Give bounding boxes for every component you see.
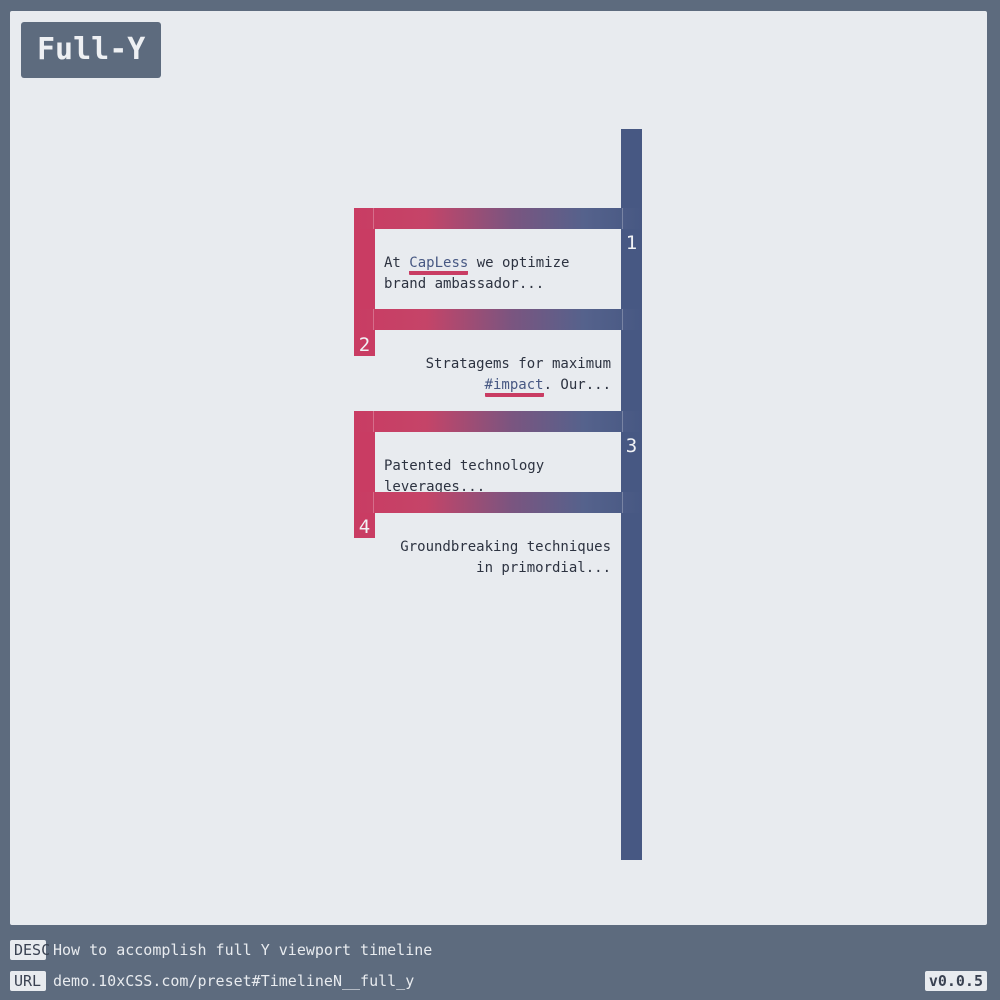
timeline-number-3: 3 [625, 435, 638, 457]
version-badge: v0.0.5 [924, 971, 987, 991]
connector-cap-right [622, 492, 642, 513]
timeline-number-2: 2 [358, 334, 371, 356]
timeline-stub-1 [354, 229, 375, 309]
timeline-number-1: 1 [625, 232, 638, 254]
timeline-item-4-text: Groundbreaking techniques in primordial.… [400, 539, 611, 576]
url-link[interactable]: demo.10xCSS.com/preset#TimelineN__full_y [53, 972, 414, 990]
connector-cap-left [354, 208, 374, 229]
timeline-item-2-text: Stratagems for maximum #impact. Our... [366, 354, 611, 397]
timeline-stub-3 [354, 432, 375, 492]
demo-stage: Full-Y 1 At CapLess we optimize brand am… [10, 11, 987, 925]
item-1-text-before: At [384, 255, 410, 271]
desc-tag: DESC [10, 939, 50, 960]
timeline-connector-3 [354, 411, 642, 432]
timeline-connector-2 [354, 309, 642, 330]
page-title: Full-Y [21, 22, 162, 78]
connector-cap-left [354, 411, 374, 432]
timeline-number-4: 4 [358, 516, 371, 538]
timeline-item-1-text: At CapLess we optimize brand ambassador.… [384, 253, 620, 295]
desc-text: How to accomplish full Y viewport timeli… [53, 940, 433, 959]
connector-cap-right [622, 309, 642, 330]
connector-cap-right [622, 411, 642, 432]
item-2-text-after: . Our... [543, 377, 611, 393]
connector-cap-left [354, 309, 374, 330]
footer-url-row: URL demo.10xCSS.com/preset#TimelineN__fu… [10, 970, 414, 991]
item-2-text-before: Stratagems for maximum [425, 356, 611, 372]
connector-cap-left [354, 492, 374, 513]
connector-cap-right [622, 208, 642, 229]
timeline-connector-4 [354, 492, 642, 513]
timeline-connector-1 [354, 208, 642, 229]
url-tag: URL [10, 970, 46, 991]
highlight-link-impact[interactable]: #impact [484, 377, 544, 397]
highlight-link-capless[interactable]: CapLess [409, 255, 469, 275]
footer-desc-row: DESC How to accomplish full Y viewport t… [10, 939, 432, 960]
